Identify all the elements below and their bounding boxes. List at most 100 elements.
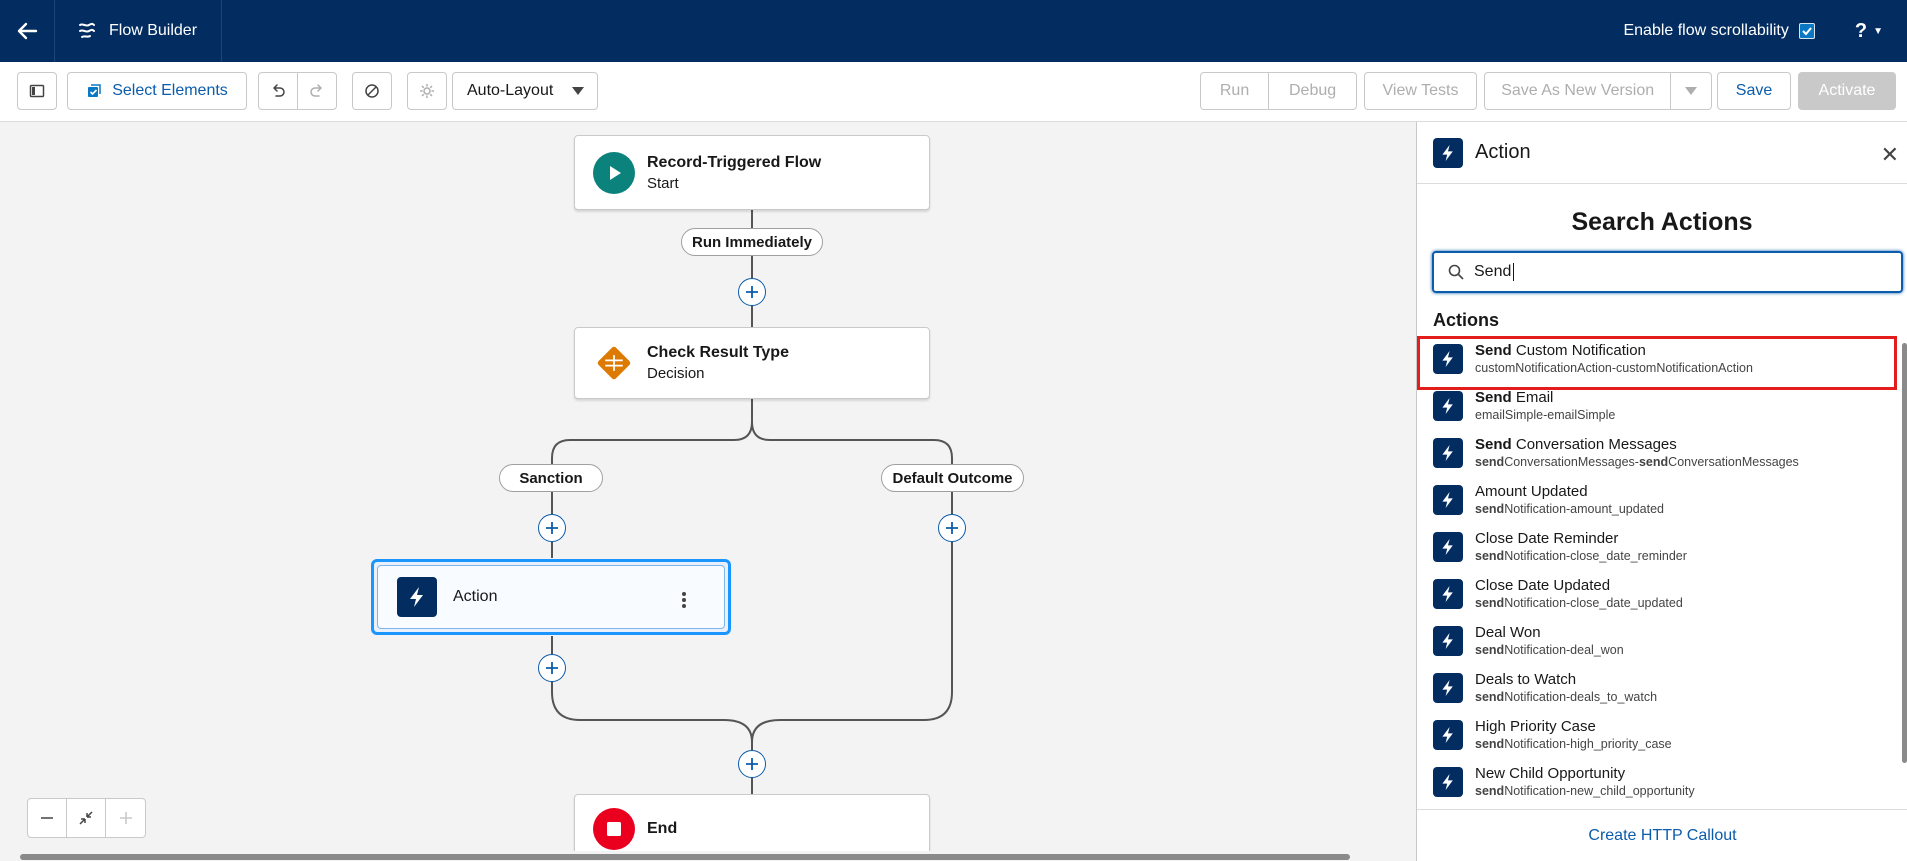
run-button[interactable]: Run	[1201, 73, 1270, 109]
zoom-controls	[27, 798, 146, 838]
redo-button[interactable]	[298, 73, 336, 109]
chevron-down-icon: ▼	[1873, 25, 1883, 37]
lightning-icon	[1433, 437, 1463, 468]
back-arrow-icon	[17, 22, 38, 40]
action-item-api-name: sendConversationMessages-sendConversatio…	[1475, 455, 1799, 469]
action-list-item[interactable]: Send Email emailSimple-emailSimple	[1417, 382, 1897, 429]
action-item-title: Deals to Watch	[1475, 671, 1577, 688]
toolbar: Select Elements Auto-Layout Run Debug Vi…	[0, 62, 1907, 122]
search-icon	[1448, 264, 1464, 280]
zoom-out-button[interactable]	[28, 799, 67, 837]
add-element-button[interactable]	[538, 654, 566, 682]
debug-button[interactable]: Debug	[1269, 73, 1356, 109]
scrollbar-thumb[interactable]	[1902, 343, 1907, 763]
scrollability-checkbox[interactable]	[1798, 23, 1815, 39]
fit-view-button[interactable]	[67, 799, 106, 837]
help-menu-button[interactable]: ? ▼	[1855, 20, 1883, 43]
view-tests-button[interactable]: View Tests	[1364, 72, 1477, 110]
help-icon: ?	[1854, 19, 1868, 42]
decision-node-subtitle: Decision	[647, 365, 705, 382]
action-list-item[interactable]: Close Date Updated sendNotification-close…	[1417, 570, 1897, 617]
save-button[interactable]: Save	[1717, 72, 1791, 110]
scrollbar-thumb[interactable]	[20, 854, 1350, 860]
decision-node-title: Check Result Type	[647, 344, 789, 361]
search-actions-heading: Search Actions	[1571, 208, 1753, 236]
lightning-icon	[1433, 578, 1463, 609]
more-options-icon[interactable]	[681, 591, 687, 609]
back-button[interactable]	[0, 0, 55, 62]
save-options-button[interactable]	[1671, 73, 1711, 109]
minus-icon	[41, 817, 53, 819]
run-immediately-label: Run Immediately	[681, 228, 823, 256]
plus-icon	[946, 522, 958, 534]
action-list-item[interactable]: New Child Opportunity sendNotification-ne…	[1417, 758, 1897, 805]
contract-icon	[79, 811, 93, 825]
action-list-item[interactable]: Send Custom Notification customNotificati…	[1417, 335, 1897, 390]
decision-icon	[593, 342, 635, 384]
search-input[interactable]: Send	[1432, 251, 1903, 293]
horizontal-scrollbar[interactable]	[0, 851, 1416, 861]
action-item-title: Send Email	[1475, 389, 1554, 406]
start-node[interactable]: Record-Triggered Flow Start	[574, 135, 930, 210]
disable-button[interactable]	[352, 72, 392, 110]
check-icon	[1802, 27, 1812, 36]
start-node-title: Record-Triggered Flow	[647, 153, 822, 171]
search-input-value: Send	[1474, 263, 1512, 281]
select-elements-label: Select Elements	[112, 82, 228, 99]
add-element-button[interactable]	[538, 514, 566, 542]
create-http-callout-link[interactable]: Create HTTP Callout	[1417, 809, 1907, 861]
action-item-api-name: customNotificationAction-customNotificat…	[1475, 361, 1753, 375]
layout-mode-value: Auto-Layout	[467, 82, 554, 99]
outcome-label-default[interactable]: Default Outcome	[881, 464, 1024, 492]
action-list-item[interactable]: Deal Won sendNotification-deal_won	[1417, 617, 1897, 664]
outcome-label-sanction[interactable]: Sanction	[499, 464, 603, 492]
add-element-button[interactable]	[738, 750, 766, 778]
decision-node[interactable]: Check Result Type Decision	[574, 327, 930, 399]
gear-icon	[420, 84, 434, 98]
action-list-item[interactable]: Deals to Watch sendNotification-deals_to_…	[1417, 664, 1897, 711]
action-item-title: High Priority Case	[1475, 718, 1596, 735]
undo-icon	[273, 84, 285, 97]
action-node[interactable]: Action	[371, 559, 731, 635]
action-list-item[interactable]: Send Conversation Messages sendConversati…	[1417, 429, 1897, 476]
lightning-icon	[1433, 672, 1463, 703]
undo-button[interactable]	[259, 73, 298, 109]
vertical-scrollbar[interactable]	[1901, 335, 1907, 809]
lightning-icon	[1433, 719, 1463, 750]
flow-canvas[interactable]: Record-Triggered Flow Start Run Immediat…	[0, 122, 1416, 861]
lightning-icon	[1433, 343, 1463, 374]
lightning-icon	[1433, 484, 1463, 515]
panel-toggle-icon	[29, 84, 45, 98]
action-list-item[interactable]: Amount Updated sendNotification-amount_up…	[1417, 476, 1897, 523]
lightning-icon	[397, 577, 437, 617]
save-as-new-version-button[interactable]: Save As New Version	[1485, 73, 1672, 109]
redo-icon	[310, 84, 322, 97]
add-element-button[interactable]	[738, 278, 766, 306]
run-debug-group: Run Debug	[1200, 72, 1357, 110]
zoom-in-button[interactable]	[106, 799, 145, 837]
plus-icon	[119, 812, 132, 824]
select-elements-button[interactable]: Select Elements	[67, 72, 247, 110]
text-cursor	[1513, 262, 1515, 281]
close-icon[interactable]: ✕	[1881, 142, 1899, 168]
lightning-icon	[1433, 390, 1463, 421]
action-item-api-name: emailSimple-emailSimple	[1475, 408, 1616, 422]
action-item-title: Amount Updated	[1475, 483, 1588, 500]
action-list-item[interactable]: Close Date Reminder sendNotification-clos…	[1417, 523, 1897, 570]
settings-button[interactable]	[407, 72, 447, 110]
toggle-toolbox-button[interactable]	[17, 72, 57, 110]
layout-mode-select[interactable]: Auto-Layout	[452, 72, 598, 110]
plus-icon	[746, 286, 758, 298]
action-panel: Action ✕ Search Actions Send Actions Sen…	[1416, 122, 1907, 861]
play-icon	[593, 151, 635, 194]
action-results-list: Send Custom Notification customNotificati…	[1417, 335, 1897, 809]
activate-button[interactable]: Activate	[1798, 72, 1896, 110]
action-list-item[interactable]: High Priority Case sendNotification-high_…	[1417, 711, 1897, 758]
undo-redo-group	[258, 72, 337, 110]
add-element-button[interactable]	[938, 514, 966, 542]
lightning-icon	[1433, 625, 1463, 656]
action-item-api-name: sendNotification-deals_to_watch	[1475, 690, 1658, 704]
select-checkbox-icon	[88, 84, 101, 97]
lightning-icon	[1433, 137, 1463, 168]
flow-icon	[79, 22, 95, 38]
